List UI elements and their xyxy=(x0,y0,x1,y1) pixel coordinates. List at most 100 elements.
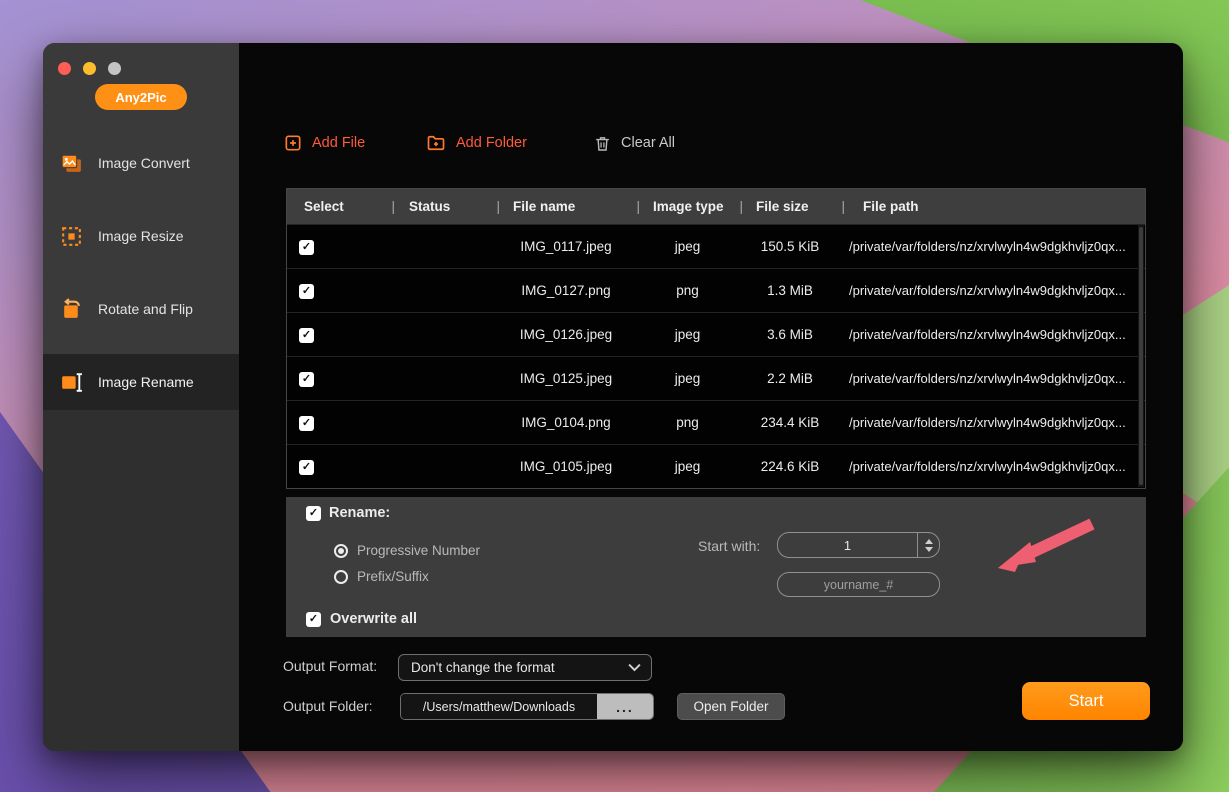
trash-icon xyxy=(593,134,612,153)
row-checkbox[interactable] xyxy=(299,372,314,387)
header-select: Select xyxy=(304,199,344,214)
sidebar-item-image-rename[interactable]: Image Rename xyxy=(43,354,239,410)
table-row[interactable]: IMG_0117.jpeg jpeg 150.5 KiB /private/va… xyxy=(287,224,1145,268)
start-with-label: Start with: xyxy=(698,538,760,554)
rename-panel: Rename: Progressive Number Prefix/Suffix… xyxy=(286,497,1146,637)
row-file-path: /private/var/folders/nz/xrvlwyln4w9dgkhv… xyxy=(841,415,1145,430)
sidebar-item-label: Image Rename xyxy=(98,374,194,390)
table-row[interactable]: IMG_0126.jpeg jpeg 3.6 MiB /private/var/… xyxy=(287,312,1145,356)
output-folder-input[interactable] xyxy=(401,694,597,719)
table-row[interactable]: IMG_0104.png png 234.4 KiB /private/var/… xyxy=(287,400,1145,444)
start-button[interactable]: Start xyxy=(1022,682,1150,720)
row-image-type: png xyxy=(636,415,739,430)
table-scrollbar[interactable] xyxy=(1138,225,1144,487)
header-file-name: File name xyxy=(513,199,575,214)
browse-folder-button[interactable]: ... xyxy=(597,694,653,719)
spinner-stepper[interactable] xyxy=(917,533,939,557)
clear-all-button[interactable]: Clear All xyxy=(593,130,675,156)
stepper-up-icon[interactable] xyxy=(925,539,933,544)
row-checkbox[interactable] xyxy=(299,284,314,299)
row-file-size: 1.3 MiB xyxy=(739,283,841,298)
prefix-suffix-radio[interactable] xyxy=(334,570,348,584)
row-file-path: /private/var/folders/nz/xrvlwyln4w9dgkhv… xyxy=(841,283,1145,298)
stepper-down-icon[interactable] xyxy=(925,547,933,552)
progressive-number-radio[interactable] xyxy=(334,544,348,558)
header-status: Status xyxy=(409,199,450,214)
prefix-suffix-label: Prefix/Suffix xyxy=(357,569,429,584)
sidebar-item-label: Image Convert xyxy=(98,155,190,171)
image-resize-icon xyxy=(59,224,84,249)
row-checkbox[interactable] xyxy=(299,460,314,475)
add-folder-icon xyxy=(425,133,447,153)
row-checkbox[interactable] xyxy=(299,416,314,431)
overwrite-all-checkbox[interactable] xyxy=(306,612,321,627)
progressive-number-option[interactable]: Progressive Number xyxy=(334,543,480,558)
start-with-input[interactable] xyxy=(778,538,917,553)
chevron-down-icon xyxy=(628,663,641,672)
sidebar-item-rotate-and-flip[interactable]: Rotate and Flip xyxy=(43,281,239,337)
header-file-path: File path xyxy=(863,199,919,214)
row-file-size: 2.2 MiB xyxy=(739,371,841,386)
file-table: Select| Status| File name| Image type| F… xyxy=(286,188,1146,489)
prefix-suffix-option[interactable]: Prefix/Suffix xyxy=(334,569,429,584)
open-folder-button[interactable]: Open Folder xyxy=(677,693,785,720)
output-folder-label: Output Folder: xyxy=(283,698,373,714)
row-file-path: /private/var/folders/nz/xrvlwyln4w9dgkhv… xyxy=(841,239,1145,254)
rotate-flip-icon xyxy=(59,297,84,322)
row-file-size: 234.4 KiB xyxy=(739,415,841,430)
header-file-size: File size xyxy=(756,199,809,214)
header-image-type: Image type xyxy=(653,199,724,214)
row-file-name: IMG_0117.jpeg xyxy=(496,239,636,254)
add-file-button[interactable]: Add File xyxy=(283,130,365,156)
zoom-window-button[interactable] xyxy=(108,62,121,75)
row-checkbox[interactable] xyxy=(299,240,314,255)
name-pattern-input[interactable] xyxy=(777,572,940,597)
overwrite-all-label: Overwrite all xyxy=(330,611,417,627)
add-file-label: Add File xyxy=(312,135,365,151)
table-header: Select| Status| File name| Image type| F… xyxy=(287,189,1145,224)
row-file-name: IMG_0126.jpeg xyxy=(496,327,636,342)
row-file-name: IMG_0127.png xyxy=(496,283,636,298)
start-with-spinner xyxy=(777,532,940,558)
row-checkbox[interactable] xyxy=(299,328,314,343)
output-format-dropdown[interactable]: Don't change the format xyxy=(398,654,652,681)
sidebar: Any2Pic Image Convert Image Resize Rotat… xyxy=(43,43,239,751)
table-row[interactable]: IMG_0127.png png 1.3 MiB /private/var/fo… xyxy=(287,268,1145,312)
image-rename-icon xyxy=(59,370,84,395)
app-window: Any2Pic Image Convert Image Resize Rotat… xyxy=(43,43,1183,751)
sidebar-item-image-resize[interactable]: Image Resize xyxy=(43,208,239,264)
app-logo-badge: Any2Pic xyxy=(95,84,187,110)
row-file-size: 224.6 KiB xyxy=(739,459,841,474)
row-file-size: 150.5 KiB xyxy=(739,239,841,254)
row-image-type: jpeg xyxy=(636,459,739,474)
image-convert-icon xyxy=(59,151,84,176)
sidebar-item-image-convert[interactable]: Image Convert xyxy=(43,135,239,191)
row-file-name: IMG_0125.jpeg xyxy=(496,371,636,386)
row-file-path: /private/var/folders/nz/xrvlwyln4w9dgkhv… xyxy=(841,459,1145,474)
row-image-type: jpeg xyxy=(636,371,739,386)
main-content: Add File Add Folder Clear All Select| St… xyxy=(239,43,1183,751)
window-controls xyxy=(58,62,121,75)
row-file-name: IMG_0105.jpeg xyxy=(496,459,636,474)
scrollbar-thumb[interactable] xyxy=(1139,227,1143,485)
row-image-type: jpeg xyxy=(636,327,739,342)
rename-checkbox[interactable] xyxy=(306,506,321,521)
row-file-size: 3.6 MiB xyxy=(739,327,841,342)
sidebar-item-label: Image Resize xyxy=(98,228,184,244)
row-file-path: /private/var/folders/nz/xrvlwyln4w9dgkhv… xyxy=(841,327,1145,342)
clear-all-label: Clear All xyxy=(621,135,675,151)
sidebar-item-label: Rotate and Flip xyxy=(98,301,193,317)
table-row[interactable]: IMG_0105.jpeg jpeg 224.6 KiB /private/va… xyxy=(287,444,1145,488)
rename-label: Rename: xyxy=(329,505,390,521)
add-folder-button[interactable]: Add Folder xyxy=(425,130,527,156)
row-file-name: IMG_0104.png xyxy=(496,415,636,430)
add-folder-label: Add Folder xyxy=(456,135,527,151)
table-row[interactable]: IMG_0125.jpeg jpeg 2.2 MiB /private/var/… xyxy=(287,356,1145,400)
add-file-icon xyxy=(283,133,303,153)
minimize-window-button[interactable] xyxy=(83,62,96,75)
row-image-type: jpeg xyxy=(636,239,739,254)
row-file-path: /private/var/folders/nz/xrvlwyln4w9dgkhv… xyxy=(841,371,1145,386)
output-folder-field: ... xyxy=(400,693,654,720)
sidebar-lower-area xyxy=(43,410,239,751)
close-window-button[interactable] xyxy=(58,62,71,75)
